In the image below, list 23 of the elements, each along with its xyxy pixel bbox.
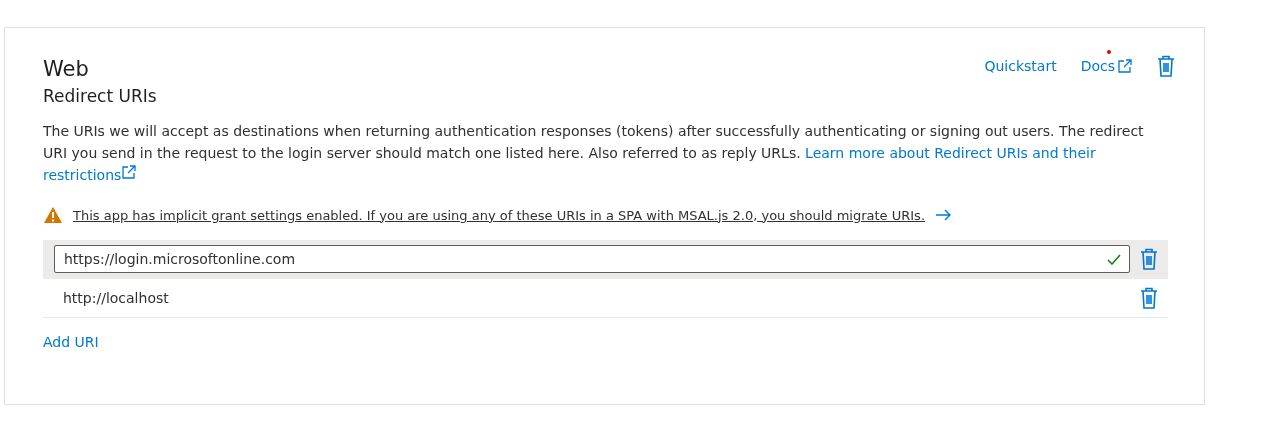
warning-link[interactable]: This app has implicit grant settings enabled. If you are using any of these URIs in a SPA with MSAL.js 2.0, you should migrate URIs. [73,207,925,223]
uri-text: http://localhost [62,290,170,306]
delete-button[interactable] [1157,55,1175,77]
notification-dot-icon [1106,50,1111,54]
header-link[interactable]: Quickstart [984,58,1057,74]
arrow-right-icon [935,209,951,221]
external-link-icon [121,164,138,180]
uri-row[interactable]: http://localhost [43,279,1168,318]
delete-button[interactable] [1140,287,1158,309]
uri-row[interactable]: https://login.microsoftonline.com [43,240,1168,279]
uri-input-field[interactable]: https://login.microsoftonline.com [54,245,1130,273]
delete-button[interactable] [1140,248,1158,270]
learn-more-link[interactable]: Learn more about Redirect URIs and their [805,145,1096,161]
header-link[interactable]: Docs [1080,58,1133,74]
section-title: Web [43,56,90,82]
warning-icon [43,206,63,224]
delete-icon [1140,248,1158,270]
section-subtitle: Redirect URIs [43,85,157,108]
add-uri-button[interactable]: Add URI [43,334,99,350]
delete-icon [1157,55,1175,77]
learn-more-link[interactable]: restrictions [43,167,138,183]
description-text: The URIs we will accept as destinations when returning authentication responses (tokens) after successfully authenticating or signing out users. The redirect URI you send in the request to the login server should match one listed here. Also referred to as reply URLs. Learn more about Redirect URIs and their restrictions [43,122,1145,185]
delete-icon [1140,287,1158,309]
